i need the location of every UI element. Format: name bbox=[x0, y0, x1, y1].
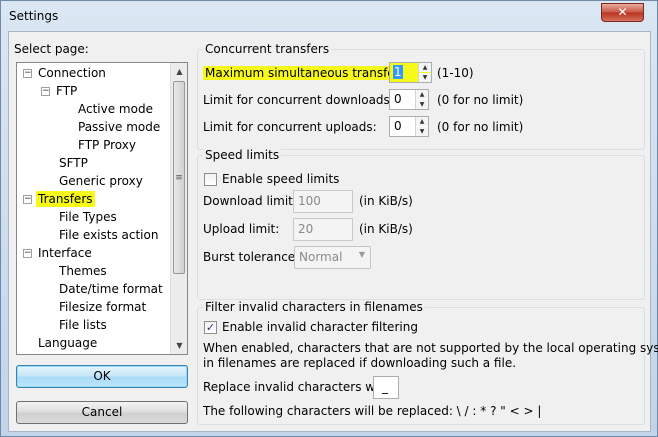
upload-limit-field[interactable]: 20 bbox=[293, 218, 353, 241]
tree-scrollbar[interactable]: ▲ ≡ ▼ bbox=[170, 63, 187, 354]
max-transfers-value[interactable]: 1 bbox=[393, 65, 403, 79]
tree-item-label: FTP bbox=[56, 84, 78, 98]
close-icon: ✕ bbox=[617, 5, 628, 19]
tree-item-ftp-proxy[interactable]: FTP Proxy bbox=[78, 137, 136, 153]
collapse-icon[interactable]: − bbox=[23, 249, 32, 258]
spin-up-icon[interactable]: ▲ bbox=[416, 90, 428, 99]
scroll-thumb[interactable]: ≡ bbox=[173, 81, 185, 274]
speed-limits-title: Speed limits bbox=[203, 148, 282, 162]
tree-item-file-types[interactable]: File Types bbox=[59, 209, 117, 225]
close-button[interactable]: ✕ bbox=[601, 3, 644, 22]
concurrent-downloads-hint: (0 for no limit) bbox=[437, 93, 524, 107]
tree-item-passive-mode[interactable]: Passive mode bbox=[78, 119, 160, 135]
download-limit-value: 100 bbox=[298, 194, 321, 208]
tree-item-file-exists-action[interactable]: File exists action bbox=[59, 227, 158, 243]
tree-item-label: Filesize format bbox=[59, 300, 147, 314]
tree-item-label: Active mode bbox=[78, 102, 153, 116]
spinner-arrows[interactable]: ▲ ▼ bbox=[418, 63, 431, 82]
dialog-body: Select page: − Connection − FTP Active m… bbox=[8, 31, 658, 432]
upload-limit-unit: (in KiB/s) bbox=[359, 222, 413, 236]
tree-item-sftp[interactable]: SFTP bbox=[59, 155, 88, 171]
tree-item-filesize-format[interactable]: Filesize format bbox=[59, 299, 146, 315]
tree-item-date-time-format[interactable]: Date/time format bbox=[59, 281, 163, 297]
tree-item-label: File Types bbox=[59, 210, 117, 224]
window-title: Settings bbox=[9, 9, 59, 23]
spin-up-icon[interactable]: ▲ bbox=[419, 63, 431, 72]
spinner-arrows[interactable]: ▲ ▼ bbox=[415, 90, 428, 109]
tree-item-label: Transfers bbox=[36, 191, 95, 207]
spin-down-icon[interactable]: ▼ bbox=[416, 100, 428, 109]
tree-item-generic-proxy[interactable]: Generic proxy bbox=[59, 173, 143, 189]
replace-with-label: Replace invalid characters with: bbox=[203, 380, 395, 394]
concurrent-transfers-title: Concurrent transfers bbox=[203, 42, 332, 56]
tree-item-active-mode[interactable]: Active mode bbox=[78, 101, 153, 117]
ok-button[interactable]: OK bbox=[16, 365, 188, 388]
tree-item-label: File exists action bbox=[59, 228, 159, 242]
download-limit-label: Download limit: bbox=[203, 194, 297, 208]
page-tree[interactable]: − Connection − FTP Active mode Passive m… bbox=[16, 62, 188, 355]
cancel-button[interactable]: Cancel bbox=[16, 401, 188, 424]
tree-item-label: Themes bbox=[59, 264, 107, 278]
max-transfers-hint: (1-10) bbox=[437, 66, 474, 80]
spin-up-icon[interactable]: ▲ bbox=[416, 117, 428, 126]
tree-item-label: SFTP bbox=[59, 156, 88, 170]
tree-item-file-lists[interactable]: File lists bbox=[59, 317, 107, 333]
max-transfers-label: Maximum simultaneous transfers: bbox=[203, 66, 412, 80]
tree-item-label: Date/time format bbox=[59, 282, 163, 296]
chevron-down-icon: ▼ bbox=[358, 250, 365, 259]
collapse-icon[interactable]: − bbox=[41, 87, 50, 96]
download-limit-unit: (in KiB/s) bbox=[359, 194, 413, 208]
tree-item-label: FTP Proxy bbox=[78, 138, 136, 152]
settings-dialog: Settings ✕ Select page: − Connection − F… bbox=[0, 0, 658, 437]
concurrent-uploads-spinner[interactable]: 0 ▲ ▼ bbox=[389, 116, 429, 137]
concurrent-downloads-spinner[interactable]: 0 ▲ ▼ bbox=[389, 89, 429, 110]
spinner-arrows[interactable]: ▲ ▼ bbox=[415, 117, 428, 136]
tree-item-label: Language bbox=[38, 336, 98, 350]
tree-item-label: Connection bbox=[38, 66, 106, 80]
check-icon: ✓ bbox=[205, 321, 216, 334]
replace-with-field[interactable]: _ bbox=[373, 376, 399, 399]
download-limit-field[interactable]: 100 bbox=[293, 190, 353, 213]
grip-icon: ≡ bbox=[175, 173, 183, 183]
tree-item-label: File lists bbox=[59, 318, 107, 332]
collapse-icon[interactable]: − bbox=[23, 69, 32, 78]
tree-item-themes[interactable]: Themes bbox=[59, 263, 107, 279]
title-bar: Settings ✕ bbox=[1, 1, 657, 31]
tree-item-language[interactable]: Language bbox=[38, 335, 97, 351]
enable-speed-limits-label[interactable]: Enable speed limits bbox=[222, 172, 339, 186]
concurrent-downloads-value[interactable]: 0 bbox=[394, 92, 402, 106]
scroll-up-icon[interactable]: ▲ bbox=[172, 63, 187, 80]
spin-down-icon[interactable]: ▼ bbox=[419, 73, 431, 82]
tree-item-label: Passive mode bbox=[78, 120, 161, 134]
tree-item-label: Generic proxy bbox=[59, 174, 143, 188]
burst-tolerance-dropdown[interactable]: Normal ▼ bbox=[294, 246, 371, 269]
enable-filtering-checkbox[interactable]: ✓ bbox=[204, 321, 217, 334]
filter-description-line-1: When enabled, characters that are not su… bbox=[203, 341, 658, 355]
enable-filtering-label[interactable]: Enable invalid character filtering bbox=[222, 320, 418, 334]
spin-down-icon[interactable]: ▼ bbox=[416, 127, 428, 136]
scroll-down-icon[interactable]: ▼ bbox=[172, 337, 187, 354]
filter-description-line-2: in filenames are replaced if downloading… bbox=[203, 356, 517, 370]
concurrent-uploads-hint: (0 for no limit) bbox=[437, 120, 524, 134]
upload-limit-label: Upload limit: bbox=[203, 222, 280, 236]
concurrent-downloads-label: Limit for concurrent downloads: bbox=[203, 93, 394, 107]
tree-item-label: Interface bbox=[38, 246, 92, 260]
enable-speed-limits-checkbox[interactable] bbox=[204, 173, 217, 186]
replaced-characters-list: The following characters will be replace… bbox=[203, 404, 542, 418]
concurrent-uploads-value[interactable]: 0 bbox=[394, 119, 402, 133]
collapse-icon[interactable]: − bbox=[23, 195, 32, 204]
replace-with-value: _ bbox=[382, 380, 388, 394]
select-page-label: Select page: bbox=[14, 42, 89, 56]
concurrent-uploads-label: Limit for concurrent uploads: bbox=[203, 120, 377, 134]
burst-tolerance-label: Burst tolerance: bbox=[203, 250, 300, 264]
max-transfers-spinner[interactable]: 1 ▲ ▼ bbox=[389, 62, 432, 83]
upload-limit-value: 20 bbox=[298, 222, 314, 236]
burst-tolerance-value: Normal bbox=[299, 250, 343, 264]
filter-characters-title: Filter invalid characters in filenames bbox=[203, 300, 425, 314]
